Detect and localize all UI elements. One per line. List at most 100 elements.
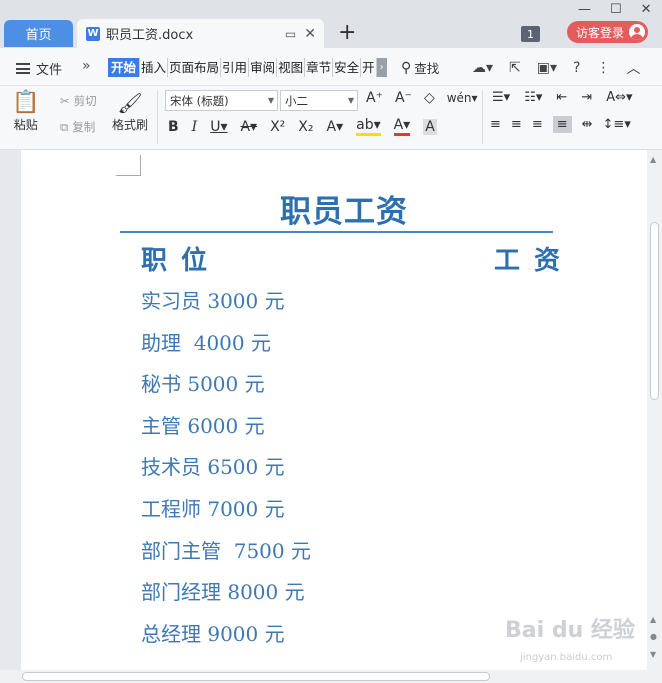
- copy-icon: ⧉: [60, 119, 69, 134]
- list-item[interactable]: 工程师 7000 元: [141, 491, 311, 533]
- tab-2[interactable]: 页面布局: [168, 58, 222, 77]
- phonetic-guide-icon[interactable]: wén▾: [447, 91, 478, 105]
- page-up-icon[interactable]: ▲: [650, 615, 656, 624]
- bullet-list-icon[interactable]: ☰▾: [492, 90, 510, 105]
- align-center-icon[interactable]: ≡: [511, 117, 522, 132]
- align-right-icon[interactable]: ≡: [532, 117, 543, 132]
- increase-indent-icon[interactable]: ⇥: [581, 90, 592, 105]
- list-item[interactable]: 秘书 5000 元: [141, 366, 311, 408]
- tab-3[interactable]: 引用: [221, 58, 250, 77]
- font-size-select[interactable]: 小二 ▼: [280, 90, 358, 111]
- avatar-icon: [629, 24, 646, 40]
- help-icon[interactable]: ?: [573, 60, 580, 76]
- list-item[interactable]: 助理 4000 元: [141, 325, 311, 367]
- tab-8[interactable]: 开: [361, 58, 377, 77]
- format-painter-button[interactable]: 🖌 格式刷: [112, 90, 148, 133]
- paintbrush-icon: 🖌: [117, 91, 143, 115]
- font-size-value: 小二: [285, 93, 308, 108]
- search-button[interactable]: ⚲ 查找: [401, 58, 439, 77]
- copy-button[interactable]: ⧉ 复制: [60, 119, 95, 135]
- scroll-up-icon[interactable]: ▲: [650, 155, 656, 164]
- paste-button[interactable]: 📋 粘贴: [12, 90, 39, 133]
- tab-1[interactable]: 插入: [140, 58, 169, 77]
- list-item[interactable]: 部门经理 8000 元: [141, 574, 311, 616]
- close-window-icon[interactable]: ✕: [641, 2, 652, 17]
- cloud-sync-icon[interactable]: ☁▾: [472, 60, 493, 76]
- collapse-menu-icon[interactable]: »: [82, 58, 91, 74]
- cut-button[interactable]: ✂ 剪切: [60, 93, 97, 109]
- page-down-icon[interactable]: ▼: [650, 650, 656, 659]
- tab-4[interactable]: 审阅: [249, 58, 278, 77]
- distributed-align-icon[interactable]: ⇹: [582, 117, 593, 132]
- login-button[interactable]: 访客登录: [567, 21, 648, 43]
- subscript-icon[interactable]: X₂: [298, 119, 313, 135]
- window-count-badge[interactable]: 1: [521, 26, 540, 42]
- line-spacing-icon[interactable]: ↕≡▾: [603, 117, 631, 132]
- search-icon: ⚲: [401, 59, 412, 76]
- shrink-font-icon[interactable]: A⁻: [395, 90, 412, 106]
- column-header-salary[interactable]: 工资: [494, 240, 574, 277]
- horizontal-scroll-thumb[interactable]: [22, 672, 490, 681]
- ribbon-divider: [157, 90, 158, 144]
- search-label: 查找: [414, 61, 440, 76]
- page-options-icon[interactable]: ●: [650, 632, 657, 641]
- calendar-icon[interactable]: ▣▾: [537, 60, 557, 76]
- underline-icon[interactable]: U▾: [210, 119, 227, 135]
- collapse-ribbon-icon[interactable]: ︿: [626, 58, 640, 78]
- font-name-value: 宋体 (标题): [170, 93, 229, 108]
- list-item[interactable]: 主管 6000 元: [141, 408, 311, 450]
- tab-5[interactable]: 视图: [277, 58, 306, 77]
- maximize-icon[interactable]: ☐: [610, 2, 622, 17]
- minimize-icon[interactable]: —: [578, 2, 591, 17]
- numbered-list-icon[interactable]: ☷▾: [524, 90, 542, 105]
- tab-6[interactable]: 章节: [305, 58, 334, 77]
- clear-format-icon[interactable]: ◇: [424, 90, 435, 106]
- strikethrough-icon[interactable]: A▾: [240, 119, 257, 135]
- align-justify-icon[interactable]: ≡: [552, 116, 572, 133]
- tab-home[interactable]: 首页: [4, 20, 73, 47]
- text-effect-icon[interactable]: A▾: [327, 119, 344, 135]
- share-icon[interactable]: ⇱: [509, 60, 521, 76]
- page-corner-mark: [116, 155, 141, 176]
- more-tabs-icon[interactable]: ›: [376, 58, 387, 77]
- grow-font-icon[interactable]: A⁺: [366, 90, 383, 106]
- tab-0[interactable]: 开始: [108, 58, 141, 77]
- list-item[interactable]: 部门主管 7500 元: [141, 533, 311, 575]
- list-item[interactable]: 总经理 9000 元: [141, 616, 311, 658]
- watermark-url: jingyan.baidu.com: [520, 652, 613, 663]
- chevron-down-icon: ▼: [347, 96, 354, 105]
- bold-icon[interactable]: B: [168, 119, 179, 135]
- font-color-icon[interactable]: A▾: [393, 117, 411, 136]
- new-tab-icon[interactable]: +: [338, 22, 356, 44]
- font-name-select[interactable]: 宋体 (标题) ▼: [165, 90, 278, 111]
- ribbon-divider: [482, 90, 483, 144]
- login-label: 访客登录: [576, 25, 625, 40]
- column-header-position[interactable]: 职位: [141, 240, 221, 277]
- char-shading-icon[interactable]: A: [423, 118, 437, 135]
- text-direction-icon[interactable]: A⇔▾: [606, 90, 632, 105]
- format-painter-label: 格式刷: [112, 118, 149, 132]
- italic-icon[interactable]: I: [192, 119, 198, 135]
- hamburger-icon: [16, 63, 30, 74]
- decrease-indent-icon[interactable]: ⇤: [556, 90, 567, 105]
- file-menu-button[interactable]: 文件: [16, 59, 62, 78]
- chevron-down-icon: ▼: [267, 96, 274, 105]
- tab-7[interactable]: 安全: [333, 58, 362, 77]
- superscript-icon[interactable]: X²: [270, 119, 285, 135]
- copy-label: 复制: [72, 120, 96, 134]
- align-left-icon[interactable]: ≡: [490, 117, 501, 132]
- vertical-scroll-thumb[interactable]: [650, 222, 659, 400]
- word-doc-icon: W: [86, 26, 100, 41]
- document-title[interactable]: 职员工资: [280, 186, 408, 231]
- tab-document[interactable]: W 职员工资.docx ▭ ✕: [77, 19, 324, 48]
- more-options-icon[interactable]: ⋮: [596, 60, 610, 76]
- close-tab-icon[interactable]: ✕: [304, 26, 316, 42]
- list-item[interactable]: 实习员 3000 元: [141, 283, 311, 325]
- file-menu-label: 文件: [36, 63, 63, 78]
- restore-tab-icon[interactable]: ▭: [285, 27, 296, 41]
- title-underline: [120, 231, 553, 233]
- list-item[interactable]: 技术员 6500 元: [141, 449, 311, 491]
- ribbon-tabs: 开始 插入 页面布局 引用 审阅 视图 章节 安全开 ›: [108, 58, 387, 77]
- highlight-icon[interactable]: ab▾: [356, 117, 381, 136]
- baidu-watermark: Bai du 经验: [505, 618, 635, 643]
